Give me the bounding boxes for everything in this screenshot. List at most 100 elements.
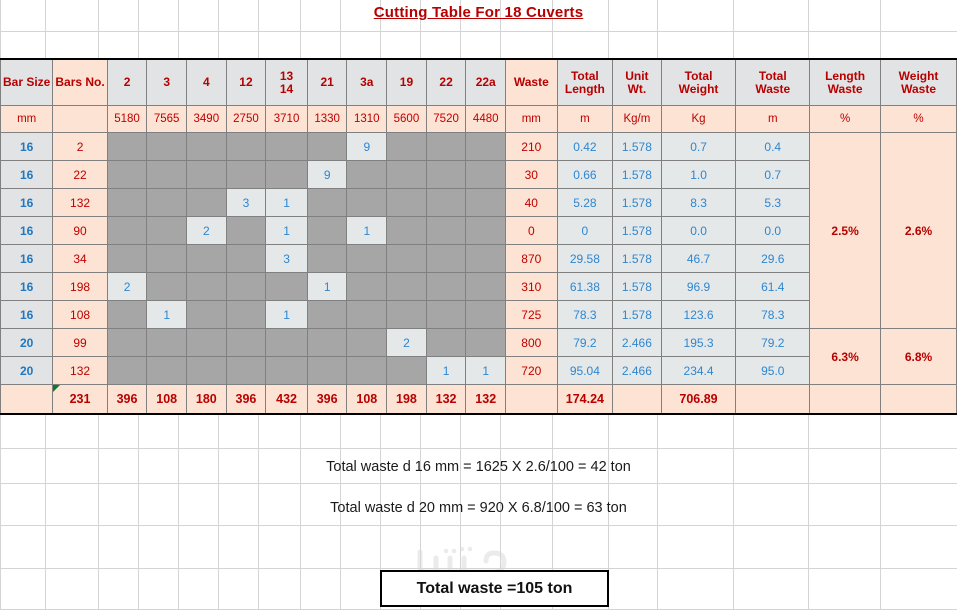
total-mark-6: 396 xyxy=(306,384,348,415)
cell-bar-size: 16 xyxy=(0,272,54,301)
unit-mark-9: 7520 xyxy=(425,105,467,133)
cell-bar-size: 16 xyxy=(0,188,54,217)
cell-mark-7: 1 xyxy=(346,216,388,245)
cell-mark-empty-3 xyxy=(186,244,227,273)
cell-total-waste: 0.7 xyxy=(735,160,811,189)
cell-mark-empty-5 xyxy=(265,160,308,189)
cell-mark-empty-9 xyxy=(425,244,467,273)
total-unit-wt xyxy=(612,384,662,415)
unit-mark-8: 5600 xyxy=(386,105,427,133)
cell-total-waste: 95.0 xyxy=(735,356,811,385)
cell-bars-no: 198 xyxy=(52,272,108,301)
cell-mark-empty-2 xyxy=(146,356,187,385)
total-mark-8: 198 xyxy=(386,384,427,415)
cell-total-length: 61.38 xyxy=(556,272,614,301)
cell-mark-empty-2 xyxy=(146,188,187,217)
cell-mark-empty-8 xyxy=(386,160,427,189)
unit-mark-7: 1310 xyxy=(346,105,388,133)
table-row: 16 2 9 210 0.42 1.578 0.7 0.4 2.5% 2.6% xyxy=(0,132,957,329)
cell-bar-size: 20 xyxy=(0,328,54,357)
cell-mark-empty-3 xyxy=(186,272,227,301)
total-mark-5: 432 xyxy=(265,384,308,415)
grid-row-line xyxy=(0,31,957,32)
cell-mark-8: 2 xyxy=(386,328,427,357)
cell-mark-empty-2 xyxy=(146,160,187,189)
cell-unit-wt: 1.578 xyxy=(612,300,662,329)
cell-mark-empty-1 xyxy=(106,300,148,329)
cell-total-waste: 0.0 xyxy=(735,216,811,245)
cell-mark-empty-3 xyxy=(186,188,227,217)
header-total-weight: Total Weight xyxy=(660,59,737,106)
cell-unit-wt: 1.578 xyxy=(612,216,662,245)
cell-waste: 870 xyxy=(505,244,558,273)
cell-mark-empty-8 xyxy=(386,216,427,245)
cell-total-weight: 195.3 xyxy=(660,328,737,357)
unit-total-length: m xyxy=(556,105,614,133)
header-total-waste: Total Waste xyxy=(735,59,811,106)
cell-mark-empty-7 xyxy=(346,272,388,301)
total-mark-10: 132 xyxy=(465,384,507,415)
total-total-waste xyxy=(735,384,811,415)
cell-mark-empty-2 xyxy=(146,216,187,245)
cell-bars-no: 2 xyxy=(52,132,108,161)
cell-unit-wt: 2.466 xyxy=(612,328,662,357)
cell-mark-empty-4 xyxy=(225,160,267,189)
unit-mark-1: 5180 xyxy=(106,105,148,133)
cell-unit-wt: 1.578 xyxy=(612,272,662,301)
cell-total-length: 5.28 xyxy=(556,188,614,217)
page-title: Cutting Table For 18 Cuverts xyxy=(373,4,584,21)
cell-mark-empty-7 xyxy=(346,356,388,385)
cell-total-waste: 61.4 xyxy=(735,272,811,301)
total-mark-3: 180 xyxy=(186,384,227,415)
cell-mark-6: 1 xyxy=(306,272,348,301)
cell-mark-10: 1 xyxy=(465,356,507,385)
cell-bars-no: 90 xyxy=(52,216,108,245)
cell-length-waste-pct: 2.5% xyxy=(809,132,882,329)
header-waste: Waste xyxy=(505,59,558,106)
unit-mark-4: 2750 xyxy=(225,105,267,133)
cell-mark-empty-1 xyxy=(106,356,148,385)
cell-mark-empty-9 xyxy=(425,300,467,329)
cell-mark-empty-4 xyxy=(225,132,267,161)
cell-mark-empty-5 xyxy=(265,272,308,301)
cell-mark-empty-1 xyxy=(106,160,148,189)
cutting-table: Bar Size Bars No. 2 3 4 12 13 14 21 3a 19 22 22a Wast… xyxy=(0,59,957,415)
header-length-waste: Length Waste xyxy=(809,59,882,106)
unit-length-waste: % xyxy=(809,105,882,133)
unit-mark-6: 1330 xyxy=(306,105,348,133)
cell-total-length: 29.58 xyxy=(556,244,614,273)
cell-bars-no: 132 xyxy=(52,356,108,385)
header-mark-10: 22a xyxy=(465,59,507,106)
cell-total-waste: 78.3 xyxy=(735,300,811,329)
header-mark-3: 4 xyxy=(186,59,227,106)
cell-mark-5: 3 xyxy=(265,244,308,273)
unit-total-weight: Kg xyxy=(660,105,737,133)
table-header: Bar Size Bars No. 2 3 4 12 13 14 21 3a 19 22 22a Wast… xyxy=(0,59,957,133)
cell-mark-empty-1 xyxy=(106,132,148,161)
total-waste xyxy=(505,384,558,415)
cell-mark-3: 2 xyxy=(186,216,227,245)
cell-mark-empty-8 xyxy=(386,300,427,329)
cell-total-weight: 0.7 xyxy=(660,132,737,161)
cell-mark-empty-6 xyxy=(306,356,348,385)
cell-mark-empty-10 xyxy=(465,216,507,245)
cell-mark-empty-4 xyxy=(225,300,267,329)
unit-bars-no xyxy=(52,105,108,133)
unit-weight-waste: % xyxy=(880,105,957,133)
cell-bar-size: 16 xyxy=(0,160,54,189)
cell-mark-empty-9 xyxy=(425,216,467,245)
cell-mark-empty-2 xyxy=(146,328,187,357)
cell-total-weight: 96.9 xyxy=(660,272,737,301)
total-mark-2: 108 xyxy=(146,384,187,415)
cell-mark-empty-3 xyxy=(186,356,227,385)
header-mark-5: 13 14 xyxy=(265,59,308,106)
cell-mark-empty-1 xyxy=(106,328,148,357)
cell-total-length: 78.3 xyxy=(556,300,614,329)
cell-bars-no: 34 xyxy=(52,244,108,273)
unit-unit-wt: Kg/m xyxy=(612,105,662,133)
header-mark-8: 19 xyxy=(386,59,427,106)
footer-line-20mm: Total waste d 20 mm = 920 X 6.8/100 = 63… xyxy=(330,500,627,516)
total-weight-waste xyxy=(880,384,957,415)
total-waste-label: Total waste =105 ton xyxy=(416,579,573,597)
header-row-units: mm 5180 7565 3490 2750 3710 1330 1310 5600 7520 44… xyxy=(0,105,957,133)
